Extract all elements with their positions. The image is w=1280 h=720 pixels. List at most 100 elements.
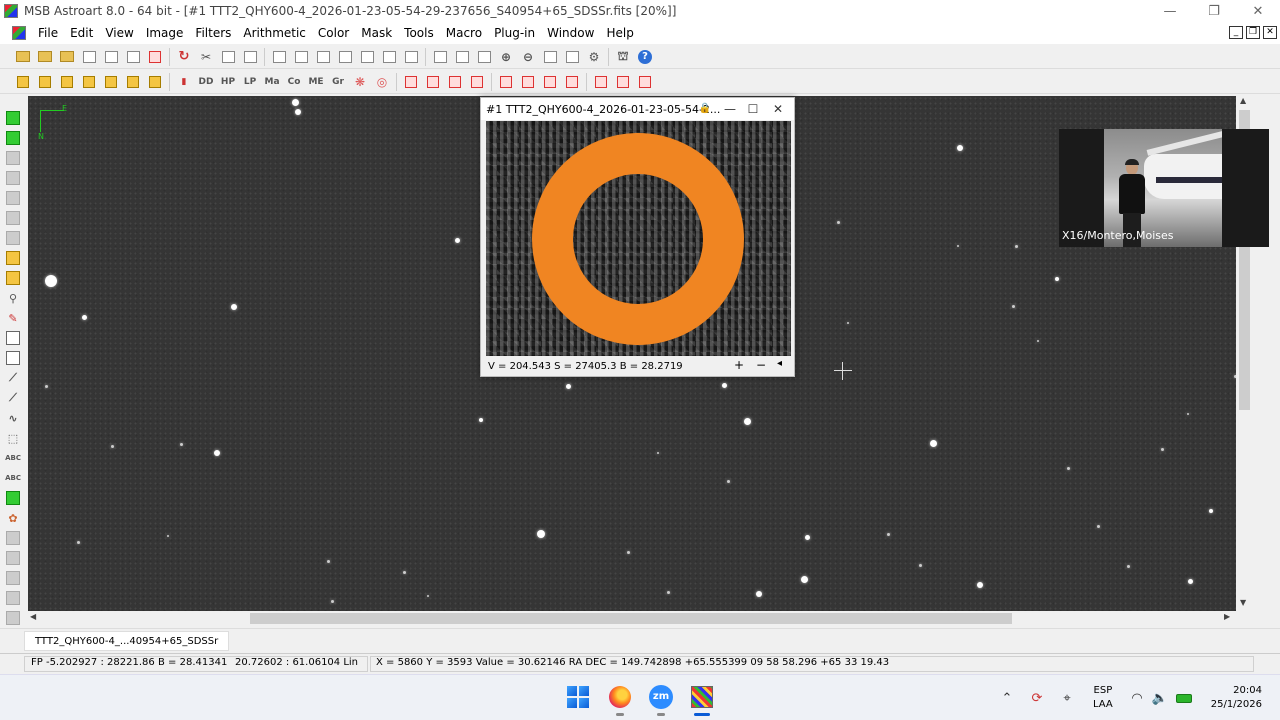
zoom-window-maximize-button[interactable]: ☐ xyxy=(743,100,763,118)
horizontal-scrollbar[interactable]: ◀ ▶ xyxy=(28,611,1236,626)
menu-mask[interactable]: Mask xyxy=(355,26,398,40)
grid-select-icon[interactable] xyxy=(6,351,20,365)
zoom-window-minimize-button[interactable]: — xyxy=(720,100,740,118)
align-icon[interactable] xyxy=(563,73,581,91)
wavelet-icon[interactable]: ◎ xyxy=(373,73,391,91)
play-icon[interactable] xyxy=(6,131,20,145)
home-icon[interactable] xyxy=(614,73,632,91)
fit-width-icon[interactable] xyxy=(453,48,471,66)
document-icon[interactable] xyxy=(12,26,26,40)
text-tool-button[interactable]: ABC xyxy=(5,451,21,465)
clock[interactable]: 20:04 25/1/2026 xyxy=(1200,684,1262,712)
sum-icon[interactable] xyxy=(336,48,354,66)
menu-macro[interactable]: Macro xyxy=(440,26,488,40)
disabled-tool-5-icon[interactable] xyxy=(6,611,20,625)
divide-icon[interactable] xyxy=(80,73,98,91)
copy-icon[interactable] xyxy=(219,48,237,66)
select-icon[interactable] xyxy=(6,331,20,345)
deconvolution-icon[interactable]: ❋ xyxy=(351,73,369,91)
cut-icon[interactable]: ✂ xyxy=(197,48,215,66)
wifi-icon[interactable]: ◠ xyxy=(1128,689,1146,707)
chart-icon[interactable]: ∿ xyxy=(6,411,20,425)
frame-4-icon[interactable] xyxy=(6,231,20,245)
volume-icon[interactable]: 🔈 xyxy=(1151,689,1169,707)
plot-icon[interactable]: ⟋ xyxy=(6,391,20,405)
disabled-tool-3-icon[interactable] xyxy=(6,571,20,585)
menu-image[interactable]: Image xyxy=(140,26,190,40)
help-icon[interactable]: ? xyxy=(636,48,654,66)
menu-color[interactable]: Color xyxy=(312,26,355,40)
slash-icon[interactable] xyxy=(146,73,164,91)
open-recent-icon[interactable] xyxy=(36,48,54,66)
disabled-tool-4-icon[interactable] xyxy=(6,591,20,605)
settings-icon[interactable]: ⚙ xyxy=(585,48,603,66)
resize-icon[interactable] xyxy=(519,73,537,91)
mask-button[interactable]: Ma xyxy=(263,73,281,91)
location-icon[interactable]: ⌖ xyxy=(1058,689,1076,707)
fit-height-icon[interactable] xyxy=(475,48,493,66)
scroll-right-arrow[interactable]: ▶ xyxy=(1224,612,1230,621)
browse-icon[interactable] xyxy=(58,48,76,66)
menu-edit[interactable]: Edit xyxy=(64,26,99,40)
open-icon[interactable] xyxy=(14,48,32,66)
flip-horizontal-icon[interactable] xyxy=(402,73,420,91)
horizontal-scroll-thumb[interactable] xyxy=(250,613,1012,624)
gradient-button[interactable]: Gr xyxy=(329,73,347,91)
menu-help[interactable]: Help xyxy=(600,26,639,40)
stop-icon[interactable] xyxy=(6,151,20,165)
zoom-plus-button[interactable]: + xyxy=(734,358,744,372)
telescope-icon[interactable]: ⛫ xyxy=(614,48,632,66)
start-button[interactable] xyxy=(566,685,590,709)
zoom-window-close-button[interactable]: ✕ xyxy=(768,100,788,118)
paste-icon[interactable] xyxy=(241,48,259,66)
video-call-overlay[interactable]: X16/Montero,Moises xyxy=(1059,129,1269,247)
zoom-out-icon[interactable]: ⊖ xyxy=(519,48,537,66)
menu-filters[interactable]: Filters xyxy=(189,26,237,40)
save-all-icon[interactable] xyxy=(124,48,142,66)
times-constant-icon[interactable] xyxy=(124,73,142,91)
lock-icon[interactable]: 🔒 xyxy=(695,100,715,118)
start-icon[interactable] xyxy=(6,111,20,125)
mdi-restore-button[interactable]: ❐ xyxy=(1246,26,1260,39)
document-tab[interactable]: TTT2_QHY600-4_...40954+65_SDSSr xyxy=(24,631,230,651)
menu-plugin[interactable]: Plug-in xyxy=(488,26,541,40)
zoom-canvas[interactable] xyxy=(486,121,791,356)
print-icon[interactable] xyxy=(146,48,164,66)
zoom-window[interactable]: #1 TTT2_QHY600-4_2026-01-23-05-54-2... 🔒… xyxy=(480,97,795,377)
sync-icon[interactable]: ⟳ xyxy=(1028,689,1046,707)
scroll-up-arrow[interactable]: ▲ xyxy=(1240,96,1249,105)
maximize-button[interactable]: ❐ xyxy=(1192,0,1236,22)
frame-2-icon[interactable] xyxy=(6,191,20,205)
palette-icon[interactable]: ✿ xyxy=(6,511,20,525)
menu-window[interactable]: Window xyxy=(541,26,600,40)
zoom-minus-button[interactable]: − xyxy=(756,358,766,372)
histogram-icon[interactable] xyxy=(270,48,288,66)
astroart-app-icon[interactable] xyxy=(4,4,18,18)
mdi-close-button[interactable]: ✕ xyxy=(1263,26,1277,39)
monitor-icon[interactable] xyxy=(541,48,559,66)
menu-view[interactable]: View xyxy=(99,26,139,40)
fit-window-icon[interactable] xyxy=(431,48,449,66)
firefox-taskbar-button[interactable] xyxy=(608,685,632,709)
rotate-right-icon[interactable] xyxy=(468,73,486,91)
disabled-tool-2-icon[interactable] xyxy=(6,551,20,565)
me-button[interactable]: ME xyxy=(307,73,325,91)
subtract-icon[interactable] xyxy=(36,73,54,91)
zoom-in-icon[interactable]: ⊕ xyxy=(497,48,515,66)
astroart-taskbar-button[interactable] xyxy=(690,685,714,709)
save-icon[interactable] xyxy=(80,48,98,66)
batch-icon[interactable] xyxy=(636,73,654,91)
rotate-left-icon[interactable] xyxy=(446,73,464,91)
close-button[interactable]: ✕ xyxy=(1236,0,1280,22)
mdi-minimize-button[interactable]: _ xyxy=(1229,26,1243,39)
stack-icon[interactable] xyxy=(592,73,610,91)
bin-icon[interactable] xyxy=(541,73,559,91)
menu-file[interactable]: File xyxy=(32,26,64,40)
plus-constant-icon[interactable] xyxy=(102,73,120,91)
minimize-button[interactable]: — xyxy=(1148,0,1192,22)
frame-3-icon[interactable] xyxy=(6,211,20,225)
marker-icon[interactable] xyxy=(6,251,20,265)
input-language[interactable]: ESP LAA xyxy=(1093,684,1113,712)
battery-icon[interactable] xyxy=(1175,689,1193,707)
photometry-icon[interactable] xyxy=(314,48,332,66)
